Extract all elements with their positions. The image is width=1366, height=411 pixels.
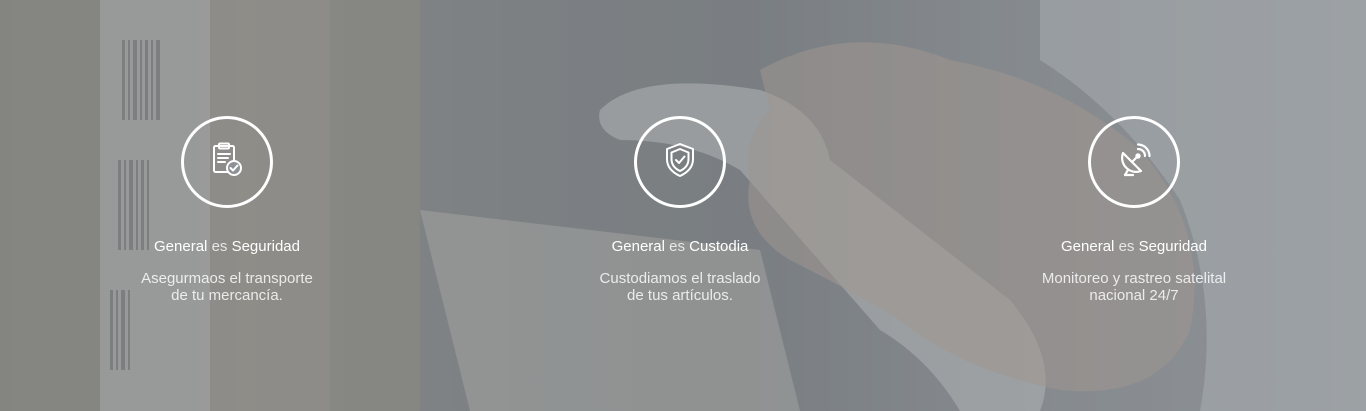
feature-title-topic: Seguridad [1138, 238, 1207, 255]
feature-description-line: Monitoreo y rastreo satelital [1041, 270, 1227, 287]
feature-description-line: de tus artículos. [627, 287, 733, 304]
feature-title-topic: Custodia [689, 238, 749, 255]
feature-description-line: Asegurmaos el transporte [141, 270, 313, 287]
feature-card-custody: General es Custodia Custodiamos el trasl… [550, 116, 810, 304]
feature-icon-circle [1088, 116, 1180, 208]
feature-description: Asegurmaos el transporte de tu mercancía… [97, 270, 357, 304]
clipboard-check-icon [211, 142, 243, 183]
feature-title: General es Custodia [550, 238, 810, 256]
feature-card-monitoring: General es Seguridad Monitoreo y rastreo… [1004, 116, 1264, 304]
feature-description: Custodiamos el traslado de tus artículos… [550, 270, 810, 304]
feature-title: General es Seguridad [1004, 238, 1264, 256]
feature-title-connector: es [211, 238, 228, 255]
feature-description: Monitoreo y rastreo satelital nacional 2… [1004, 270, 1264, 304]
feature-description-line: Custodiamos el traslado [599, 270, 761, 287]
feature-title-brand: General [611, 238, 665, 255]
feature-description-line: nacional 24/7 [1089, 287, 1179, 304]
hero-section: General es Seguridad Asegurmaos el trans… [0, 0, 1366, 411]
features-row: General es Seguridad Asegurmaos el trans… [0, 0, 1366, 411]
feature-title-connector: es [1118, 238, 1135, 255]
feature-description-line: de tu mercancía. [171, 287, 283, 304]
satellite-dish-icon [1116, 142, 1152, 183]
feature-title: General es Seguridad [97, 238, 357, 256]
shield-check-icon [664, 142, 696, 183]
feature-icon-circle [181, 116, 273, 208]
feature-card-transport: General es Seguridad Asegurmaos el trans… [97, 116, 357, 304]
feature-title-brand: General [1061, 238, 1115, 255]
feature-title-connector: es [669, 238, 685, 255]
feature-title-brand: General [154, 238, 208, 255]
feature-icon-circle [634, 116, 726, 208]
feature-title-topic: Seguridad [231, 238, 300, 255]
